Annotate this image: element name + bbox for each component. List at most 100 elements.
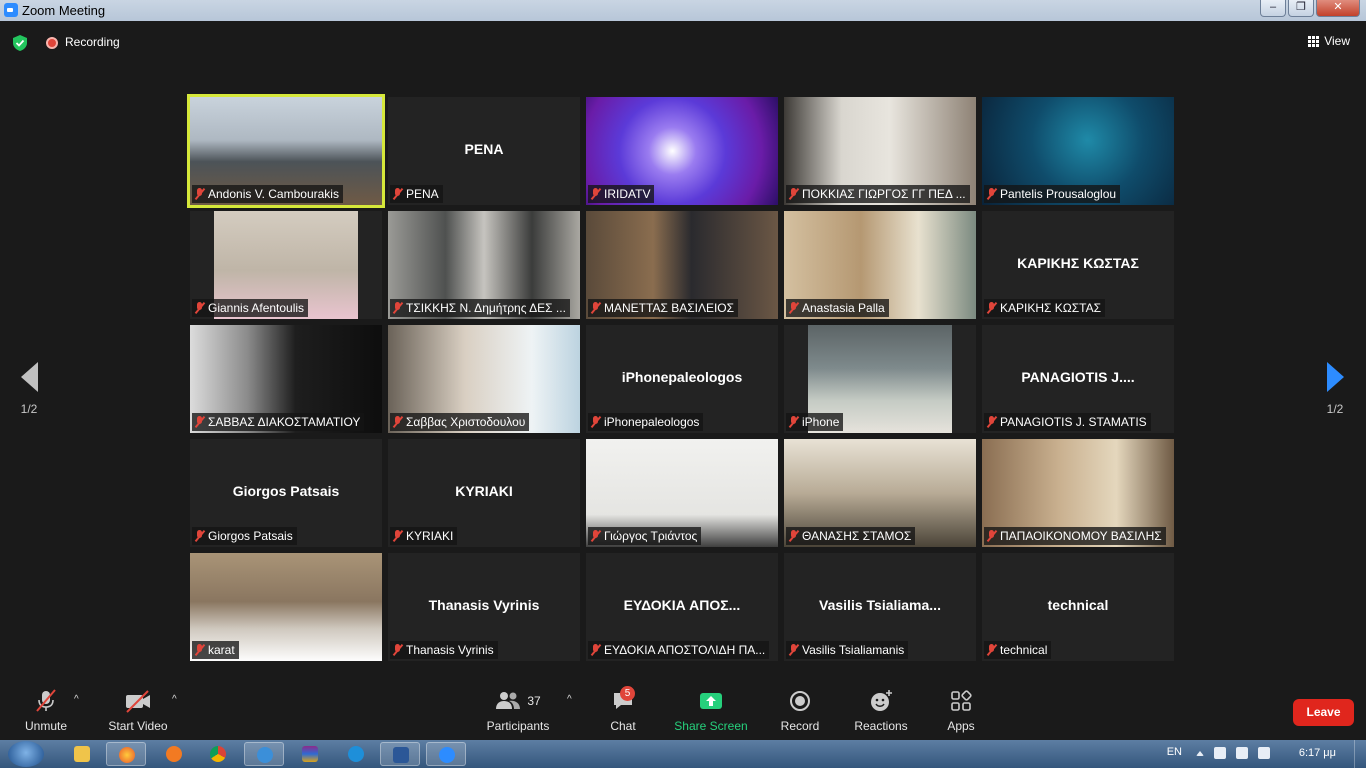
participant-tile[interactable]: Andonis V. Cambourakis (187, 94, 385, 208)
word-taskbar-button[interactable] (380, 742, 420, 766)
winrar-taskbar-button[interactable] (290, 742, 330, 766)
mic-muted-icon (195, 416, 204, 428)
previous-page-button[interactable]: 1/2 (12, 362, 46, 416)
participant-tile[interactable]: Anastasia Palla (784, 211, 976, 319)
archive-icon (302, 746, 318, 762)
participant-tile[interactable]: Thanasis Vyrinis Thanasis Vyrinis (388, 553, 580, 661)
participant-tile[interactable]: iPhonepaleologos iPhonepaleologos (586, 325, 778, 433)
view-button[interactable]: View (1308, 34, 1350, 48)
system-tray: EN 6:17 μμ (1136, 740, 1366, 768)
participant-tile[interactable]: ΕΥΔΟΚΙΑ ΑΠΟΣ... ΕΥΔΟΚΙΑ ΑΠΟΣΤΟΛΙΔΗ ΠΑ... (586, 553, 778, 661)
participant-name-label: ΚΑΡΙΚΗΣ ΚΩΣΤΑΣ (984, 299, 1106, 317)
internet-explorer-taskbar-button[interactable] (336, 742, 376, 766)
participant-tile[interactable]: ΣΑΒΒΑΣ ΔΙΑΚΟΣΤΑΜΑΤΙΟΥ (190, 325, 382, 433)
participant-display-name: iPhonepaleologos (621, 369, 743, 385)
participant-tile[interactable]: ΠΑΠΑΟΙΚΟΝΟΜΟΥ ΒΑΣΙΛΗΣ (982, 439, 1174, 547)
windows-start-button[interactable] (8, 741, 44, 767)
system-clock[interactable]: 6:17 μμ (1299, 747, 1336, 759)
participant-name: Thanasis Vyrinis (406, 643, 494, 657)
network-adapter-icon[interactable] (1236, 747, 1248, 759)
participant-name-label: Andonis V. Cambourakis (192, 185, 343, 203)
show-desktop-button[interactable] (1354, 740, 1366, 768)
volume-icon[interactable] (1214, 747, 1226, 759)
participant-name-label: ΣΑΒΒΑΣ ΔΙΑΚΟΣΤΑΜΑΤΙΟΥ (192, 413, 365, 431)
maximize-button[interactable]: ❐ (1288, 0, 1314, 17)
participant-name-label: Vasilis Tsialiamanis (786, 641, 909, 659)
show-hidden-icons-icon[interactable] (1196, 751, 1204, 756)
video-options-caret-icon[interactable]: ^ (172, 694, 177, 705)
chevron-left-icon (20, 362, 38, 392)
participant-tile[interactable]: Giorgos Patsais Giorgos Patsais (190, 439, 382, 547)
mic-muted-icon (591, 644, 600, 656)
participants-options-caret-icon[interactable]: ^ (567, 694, 572, 705)
audio-options-caret-icon[interactable]: ^ (74, 694, 79, 705)
leave-meeting-button[interactable]: Leave (1293, 699, 1354, 726)
close-window-button[interactable]: ✕ (1316, 0, 1360, 17)
participant-tile[interactable]: PANAGIOTIS J.... PANAGIOTIS J. STAMATIS (982, 325, 1174, 433)
apps-button[interactable]: Apps (944, 688, 978, 733)
mic-muted-icon (789, 302, 798, 314)
participant-tile[interactable]: Vasilis Tsialiama... Vasilis Tsialiamanis (784, 553, 976, 661)
chrome-taskbar-button[interactable] (198, 742, 238, 766)
participants-button[interactable]: 37 Participants (484, 688, 552, 733)
participant-tile[interactable]: ΜΑΝΕΤΤΑΣ ΒΑΣΙΛΕΙΟΣ (586, 211, 778, 319)
participant-tile[interactable]: iPhone (784, 325, 976, 433)
participant-tile[interactable]: ΠΟΚΚΙΑΣ ΓΙΩΡΓΟΣ ΓΓ ΠΕΔ ... (784, 97, 976, 205)
word-icon (393, 747, 409, 763)
participant-tile[interactable]: PENA PENA (388, 97, 580, 205)
reactions-label: Reactions (854, 719, 908, 733)
participant-tile[interactable]: ΚΑΡΙΚΗΣ ΚΩΣΤΑΣ ΚΑΡΙΚΗΣ ΚΩΣΤΑΣ (982, 211, 1174, 319)
participant-name-label: ΠΑΠΑΟΙΚΟΝΟΜΟΥ ΒΑΣΙΛΗΣ (984, 527, 1166, 545)
participant-tile[interactable]: Σαββας Χριστοδουλου (388, 325, 580, 433)
participant-name-label: Pantelis Prousaloglou (984, 185, 1121, 203)
record-button[interactable]: Record (780, 688, 820, 733)
participant-name-label: Γιώργος Τριάντος (588, 527, 702, 545)
participant-name: technical (1000, 643, 1048, 657)
participant-display-name: ΚΑΡΙΚΗΣ ΚΩΣΤΑΣ (1017, 255, 1139, 271)
participant-tile[interactable]: ΘΑΝΑΣΗΣ ΣΤΑΜΟΣ (784, 439, 976, 547)
share-screen-button[interactable]: Share Screen (674, 688, 748, 733)
participant-tile[interactable]: Pantelis Prousaloglou (982, 97, 1174, 205)
zoom-icon (439, 747, 455, 763)
file-explorer-taskbar-button[interactable] (62, 742, 102, 766)
language-indicator[interactable]: EN (1167, 746, 1182, 758)
recording-indicator[interactable]: Recording (65, 35, 120, 49)
participant-name: ΤΣΙΚΚΗΣ Ν. Δημήτρης ΔΕΣ ... (406, 301, 566, 315)
participant-tile[interactable]: technical technical (982, 553, 1174, 661)
participant-name: Giannis Afentoulis (208, 301, 305, 315)
signal-bars-icon[interactable] (1258, 747, 1270, 759)
window-controls: – ❐ ✕ (1260, 0, 1360, 17)
zoom-taskbar-button[interactable] (426, 742, 466, 766)
participant-tile[interactable]: IRIDATV (586, 97, 778, 205)
participant-tile[interactable]: KYRIAKI KYRIAKI (388, 439, 580, 547)
unmute-button[interactable]: Unmute (22, 688, 70, 733)
participants-label: Participants (486, 719, 550, 733)
participant-name: PANAGIOTIS J. STAMATIS (1000, 415, 1147, 429)
firefox-taskbar-button[interactable] (106, 742, 146, 766)
next-page-button[interactable]: 1/2 (1318, 362, 1352, 416)
participant-display-name: Vasilis Tsialiama... (819, 597, 941, 613)
minimize-button[interactable]: – (1260, 0, 1286, 17)
chat-button[interactable]: 5 Chat (606, 686, 640, 733)
folder-icon (74, 746, 90, 762)
start-video-button[interactable]: Start Video (106, 688, 170, 733)
participant-tile[interactable]: Γιώργος Τριάντος (586, 439, 778, 547)
participant-tile[interactable]: karat (190, 553, 382, 661)
participant-tile[interactable]: ΤΣΙΚΚΗΣ Ν. Δημήτρης ΔΕΣ ... (388, 211, 580, 319)
participant-tile[interactable]: Giannis Afentoulis (190, 211, 382, 319)
avast-taskbar-button[interactable] (154, 742, 194, 766)
encryption-shield-icon[interactable] (13, 35, 27, 51)
view-label: View (1324, 34, 1350, 48)
participant-name-label: karat (192, 641, 239, 659)
messaging-taskbar-button[interactable] (244, 742, 284, 766)
record-label: Record (780, 719, 820, 733)
reactions-button[interactable]: Reactions (852, 688, 910, 733)
participant-display-name: PENA (464, 141, 504, 157)
unmute-label: Unmute (24, 719, 68, 733)
mic-muted-icon (789, 644, 798, 656)
participant-name-label: Anastasia Palla (786, 299, 889, 317)
participant-name: ΜΑΝΕΤΤΑΣ ΒΑΣΙΛΕΙΟΣ (604, 301, 735, 315)
participant-name: ΣΑΒΒΑΣ ΔΙΑΚΟΣΤΑΜΑΤΙΟΥ (208, 415, 361, 429)
participant-name: Giorgos Patsais (208, 529, 293, 543)
chevron-right-icon (1326, 362, 1344, 392)
